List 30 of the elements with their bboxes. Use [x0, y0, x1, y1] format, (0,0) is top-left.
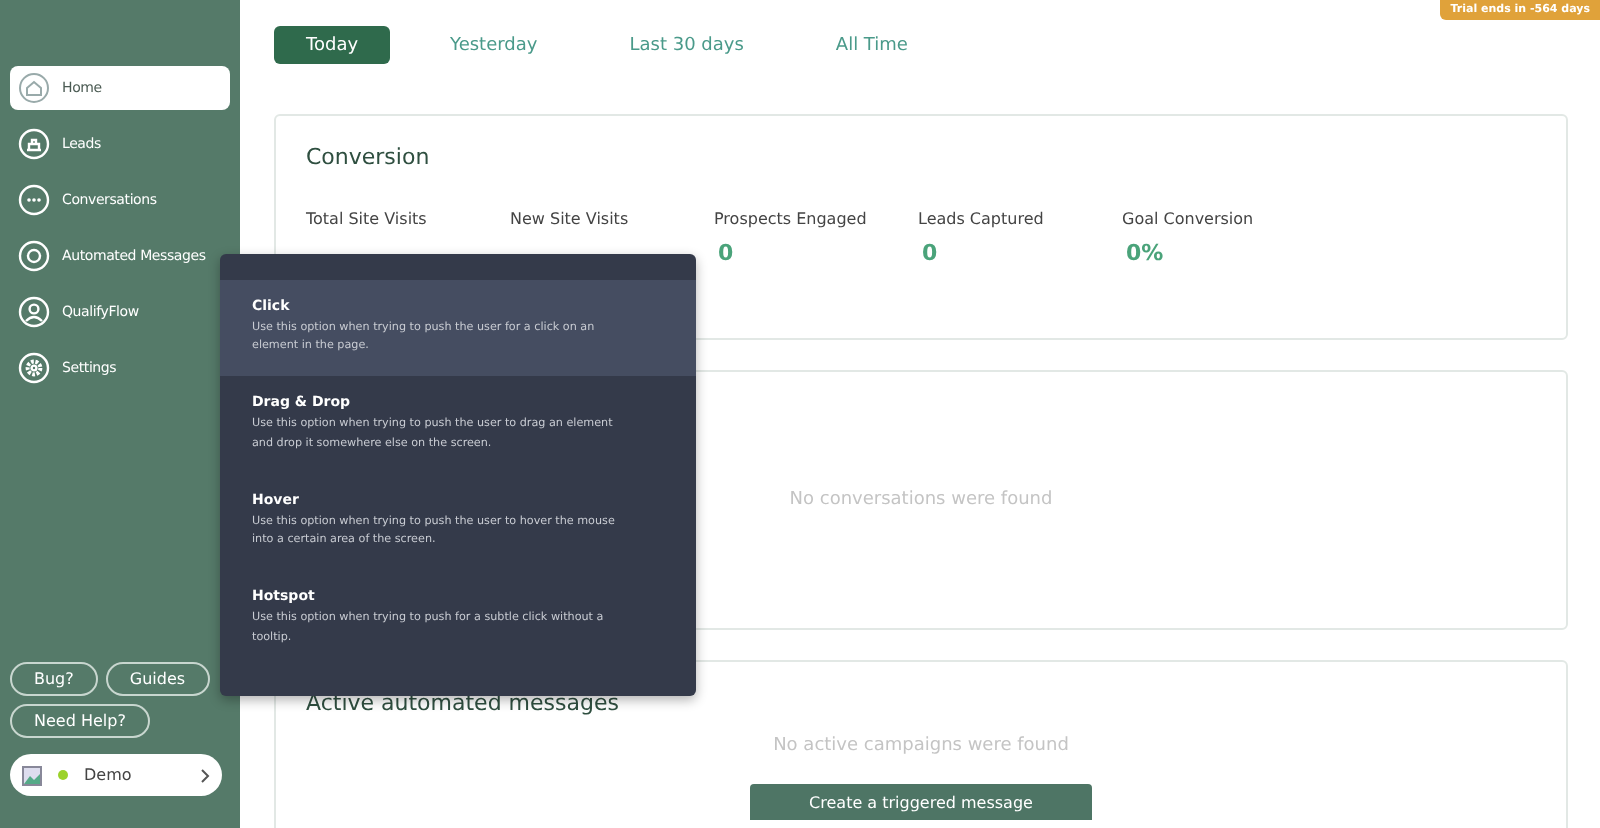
- help-button[interactable]: Need Help?: [10, 704, 150, 738]
- stat-label: Leads Captured: [918, 210, 1046, 228]
- people-icon: [18, 128, 50, 160]
- home-icon: [18, 72, 50, 104]
- chevron-right-icon: [200, 767, 210, 783]
- account-name: Demo: [84, 766, 134, 784]
- help-button[interactable]: Guides: [105, 662, 210, 696]
- create-message-button[interactable]: Create a triggered message: [749, 784, 1093, 820]
- empty-message: No conversations were found: [789, 490, 1053, 510]
- stat-label: Goal Conversion: [1122, 210, 1256, 228]
- card-title: Conversion: [306, 144, 432, 170]
- settings-icon: [18, 352, 50, 384]
- date-tab[interactable]: Yesterday: [418, 26, 570, 64]
- stat-value: 0%: [1124, 240, 1166, 268]
- stat-value: 0: [716, 240, 736, 268]
- date-tab[interactable]: Last 30 days: [597, 26, 776, 64]
- card-title: Active automated messages: [306, 690, 621, 716]
- more-icon: [18, 184, 50, 216]
- account-switcher[interactable]: Demo: [10, 754, 222, 796]
- stat-label: Total Site Visits: [306, 210, 429, 228]
- stat-label: New Site Visits: [510, 210, 631, 228]
- status-dot: [58, 770, 68, 780]
- help-button[interactable]: Bug?: [10, 662, 98, 696]
- date-tab[interactable]: All Time: [803, 26, 940, 64]
- image-icon: [22, 765, 42, 785]
- empty-message: No active campaigns were found: [773, 736, 1069, 756]
- user-icon: [18, 296, 50, 328]
- stat-label: Prospects Engaged: [714, 210, 869, 228]
- date-tab[interactable]: Today: [274, 26, 391, 64]
- stat-value: 0: [920, 240, 940, 268]
